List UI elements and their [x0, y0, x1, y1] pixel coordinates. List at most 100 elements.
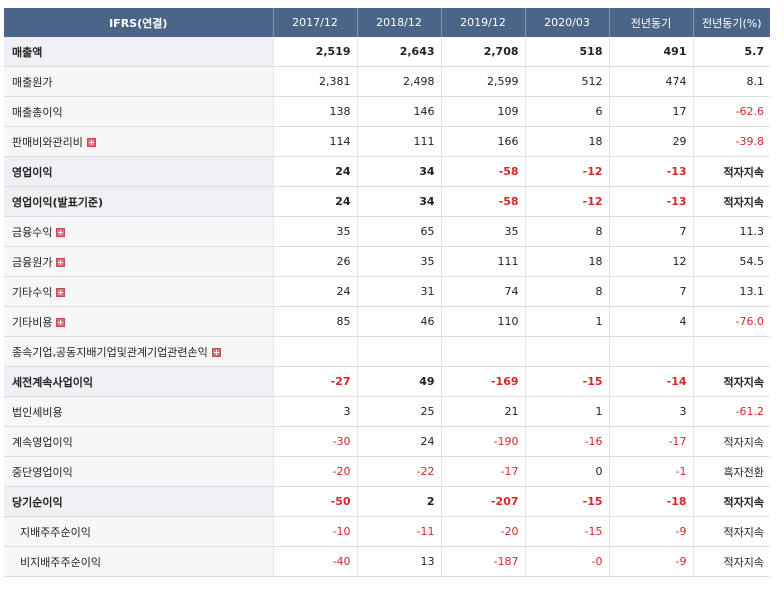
- row-label: 판매비와관리비: [12, 135, 83, 149]
- header-col: 2018/12: [357, 8, 442, 37]
- value-cell: 138: [273, 96, 358, 127]
- value-cell: 65: [357, 216, 442, 247]
- table-row: 비지배주주순이익 -40 13 -187 -0 -9 적자지속: [4, 546, 770, 577]
- plus-square-icon[interactable]: [211, 347, 221, 357]
- row-label: 영업이익: [12, 165, 53, 179]
- value-cell: [357, 336, 442, 367]
- table-row: 영업이익(발표기준) 24 34 -58 -12 -13 적자지속: [4, 186, 770, 217]
- value-cell: 35: [273, 216, 358, 247]
- plus-square-icon[interactable]: [56, 227, 66, 237]
- table-row: 기타수익 24 31 74 8 7 13.1: [4, 276, 770, 307]
- value-cell: -17: [609, 426, 694, 457]
- value-cell: -58: [441, 156, 526, 187]
- value-cell: 34: [357, 186, 442, 217]
- value-cell: -50: [273, 486, 358, 517]
- row-label: 중단영업이익: [12, 465, 73, 479]
- value-cell: -12: [525, 156, 610, 187]
- value-cell: 74: [441, 276, 526, 307]
- table-row: 매출총이익 138 146 109 6 17 -62.6: [4, 96, 770, 127]
- header-col: 전년동기(%): [693, 8, 770, 37]
- plus-square-icon[interactable]: [56, 287, 66, 297]
- value-cell: 491: [609, 37, 694, 67]
- value-cell: -9: [609, 546, 694, 577]
- value-cell: 7: [609, 216, 694, 247]
- financial-table: IFRS(연결) 2017/12 2018/12 2019/12 2020/03…: [4, 8, 770, 577]
- value-cell: [441, 336, 526, 367]
- table-row: 기타비용 85 46 110 1 4 -76.0: [4, 306, 770, 337]
- value-cell: -61.2: [693, 396, 770, 427]
- header-row: IFRS(연결) 2017/12 2018/12 2019/12 2020/03…: [4, 8, 770, 37]
- value-cell: [273, 336, 358, 367]
- value-cell: 13: [357, 546, 442, 577]
- value-cell: -15: [525, 366, 610, 397]
- income-statement: IFRS(연결) 2017/12 2018/12 2019/12 2020/03…: [4, 8, 770, 577]
- table-row: 당기순이익 -50 2 -207 -15 -18 적자지속: [4, 486, 770, 517]
- value-cell: -187: [441, 546, 526, 577]
- table-row: 매출원가 2,381 2,498 2,599 512 474 8.1: [4, 66, 770, 97]
- value-cell: 2,519: [273, 37, 358, 67]
- value-cell: -0: [525, 546, 610, 577]
- value-cell: 111: [441, 246, 526, 277]
- value-cell: 166: [441, 126, 526, 157]
- value-cell: 0: [525, 456, 610, 487]
- row-label-cell: 세전계속사업이익: [4, 366, 274, 397]
- value-cell: 8: [525, 276, 610, 307]
- value-cell: 적자지속: [693, 516, 770, 547]
- value-cell: 11.3: [693, 216, 770, 247]
- value-cell: 적자지속: [693, 546, 770, 577]
- value-cell: -30: [273, 426, 358, 457]
- header-col: 2020/03: [525, 8, 610, 37]
- value-cell: 12: [609, 246, 694, 277]
- value-cell: 35: [441, 216, 526, 247]
- row-label-cell: 법인세비용: [4, 396, 274, 427]
- row-label-cell: 당기순이익: [4, 486, 274, 517]
- value-cell: 적자지속: [693, 426, 770, 457]
- row-label-cell: 영업이익: [4, 156, 274, 187]
- value-cell: -190: [441, 426, 526, 457]
- header-col: 2019/12: [441, 8, 526, 37]
- table-row: 금융원가 26 35 111 18 12 54.5: [4, 246, 770, 277]
- value-cell: 24: [357, 426, 442, 457]
- plus-square-icon[interactable]: [86, 137, 96, 147]
- row-label: 기타수익: [12, 285, 53, 299]
- header-col: 2017/12: [273, 8, 358, 37]
- table-row: 매출액 2,519 2,643 2,708 518 491 5.7: [4, 37, 770, 67]
- value-cell: -27: [273, 366, 358, 397]
- row-label-cell: 중단영업이익: [4, 456, 274, 487]
- value-cell: 6: [525, 96, 610, 127]
- plus-square-icon[interactable]: [56, 317, 66, 327]
- value-cell: 2,381: [273, 66, 358, 97]
- value-cell: 26: [273, 246, 358, 277]
- row-label-cell: 기타비용: [4, 306, 274, 337]
- row-label-cell: 매출원가: [4, 66, 274, 97]
- table-row: 종속기업,공동지배기업및관계기업관련손익: [4, 336, 770, 367]
- value-cell: 4: [609, 306, 694, 337]
- value-cell: -62.6: [693, 96, 770, 127]
- row-label-cell: 금융원가: [4, 246, 274, 277]
- row-label: 금융원가: [12, 255, 53, 269]
- value-cell: 2,708: [441, 37, 526, 67]
- row-label-cell: 매출총이익: [4, 96, 274, 127]
- header-label: IFRS(연결): [4, 8, 274, 37]
- row-label-cell: 기타수익: [4, 276, 274, 307]
- value-cell: -9: [609, 516, 694, 547]
- plus-square-icon[interactable]: [56, 257, 66, 267]
- value-cell: 적자지속: [693, 366, 770, 397]
- value-cell: 518: [525, 37, 610, 67]
- row-label-cell: 금융수익: [4, 216, 274, 247]
- table-row: 금융수익 35 65 35 8 7 11.3: [4, 216, 770, 247]
- value-cell: -22: [357, 456, 442, 487]
- value-cell: 2: [357, 486, 442, 517]
- row-label: 금융수익: [12, 225, 53, 239]
- value-cell: -15: [525, 516, 610, 547]
- value-cell: [609, 336, 694, 367]
- table-row: 판매비와관리비 114 111 166 18 29 -39.8: [4, 126, 770, 157]
- value-cell: -169: [441, 366, 526, 397]
- value-cell: 13.1: [693, 276, 770, 307]
- value-cell: 49: [357, 366, 442, 397]
- value-cell: 1: [525, 396, 610, 427]
- value-cell: -20: [273, 456, 358, 487]
- value-cell: 18: [525, 126, 610, 157]
- value-cell: -13: [609, 186, 694, 217]
- value-cell: 1: [525, 306, 610, 337]
